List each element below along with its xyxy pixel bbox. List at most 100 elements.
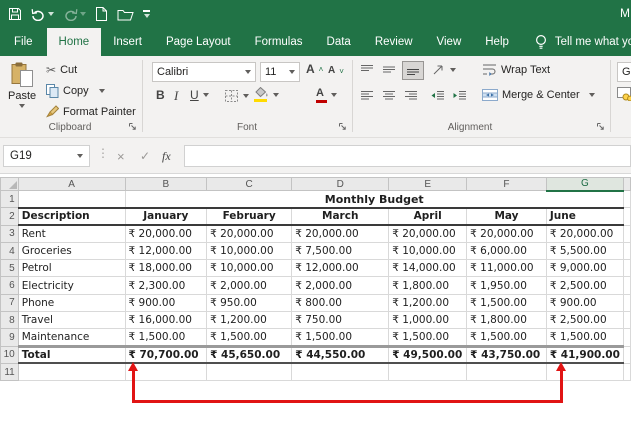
cell-E8[interactable]: ₹ 1,000.00: [388, 311, 468, 330]
cell-E5[interactable]: ₹ 14,000.00: [388, 259, 468, 278]
align-right-button[interactable]: [404, 90, 418, 101]
cell-G5[interactable]: ₹ 9,000.00: [546, 259, 624, 278]
cell-G10[interactable]: ₹ 41,900.00: [546, 344, 624, 365]
fill-color-dropdown-icon[interactable]: [273, 92, 279, 97]
undo-dropdown-icon[interactable]: [48, 12, 54, 16]
cell-F2[interactable]: May: [466, 206, 547, 227]
cell-E11[interactable]: [388, 363, 468, 382]
cell-F7[interactable]: ₹ 1,500.00: [466, 294, 547, 313]
formula-input[interactable]: [184, 145, 631, 167]
cell-C7[interactable]: ₹ 950.00: [206, 294, 293, 313]
cell-F6[interactable]: ₹ 1,950.00: [466, 276, 547, 295]
column-header-G[interactable]: G: [545, 177, 624, 192]
cell-C3[interactable]: ₹ 20,000.00: [206, 225, 293, 243]
column-header-D[interactable]: D: [291, 177, 390, 191]
cell-A9[interactable]: Maintenance: [18, 328, 126, 347]
cell-H11[interactable]: [623, 363, 631, 382]
tab-file[interactable]: File: [0, 28, 47, 56]
cell-A3[interactable]: Rent: [18, 225, 126, 243]
formula-bar-grip-icon[interactable]: ⋮: [97, 146, 109, 160]
number-format-combo[interactable]: Ger: [617, 62, 631, 82]
align-top-button[interactable]: [360, 64, 374, 75]
row-header-3[interactable]: 3: [0, 224, 19, 243]
borders-button[interactable]: [224, 89, 249, 103]
cell-G8[interactable]: ₹ 2,500.00: [546, 311, 624, 330]
cell-B6[interactable]: ₹ 2,300.00: [125, 276, 208, 295]
merge-center-dropdown-icon[interactable]: [588, 93, 595, 97]
row-header-6[interactable]: 6: [0, 276, 19, 295]
increase-indent-button[interactable]: [452, 90, 467, 101]
orientation-dropdown-icon[interactable]: [450, 67, 456, 72]
row-header-10[interactable]: 10: [0, 345, 19, 364]
cell-E6[interactable]: ₹ 1,800.00: [388, 276, 468, 295]
cell-C6[interactable]: ₹ 2,000.00: [206, 276, 293, 295]
cell-C10[interactable]: ₹ 45,650.00: [206, 344, 293, 365]
cell-E7[interactable]: ₹ 1,200.00: [388, 294, 468, 313]
font-name-dropdown-icon[interactable]: [245, 70, 251, 74]
cell-F4[interactable]: ₹ 6,000.00: [466, 242, 547, 261]
cell-D6[interactable]: ₹ 2,000.00: [291, 276, 390, 295]
cell-G2[interactable]: June: [546, 206, 624, 227]
cell-F11[interactable]: [466, 363, 547, 382]
tab-data[interactable]: Data: [315, 28, 363, 56]
decrease-indent-button[interactable]: [430, 90, 445, 101]
cell-E2[interactable]: April: [388, 206, 468, 227]
cell-C9[interactable]: ₹ 1,500.00: [206, 328, 293, 347]
cell-H7[interactable]: [623, 294, 631, 313]
cell-E3[interactable]: ₹ 20,000.00: [388, 225, 468, 243]
cell-B4[interactable]: ₹ 12,000.00: [125, 242, 208, 261]
undo-button[interactable]: [31, 8, 54, 21]
tab-formulas[interactable]: Formulas: [243, 28, 315, 56]
tab-insert[interactable]: Insert: [101, 28, 154, 56]
cell-H4[interactable]: [623, 242, 631, 261]
column-header-C[interactable]: C: [206, 177, 293, 191]
bold-button[interactable]: B: [156, 88, 165, 102]
cell-B2[interactable]: January: [125, 206, 208, 227]
align-bottom-button[interactable]: [402, 61, 424, 80]
cell-A2[interactable]: Description: [18, 206, 126, 227]
align-middle-button[interactable]: [382, 64, 396, 75]
cell-F10[interactable]: ₹ 43,750.00: [466, 344, 547, 365]
cell-D3[interactable]: ₹ 20,000.00: [291, 225, 390, 243]
cell-E4[interactable]: ₹ 10,000.00: [388, 242, 468, 261]
row-header-11[interactable]: 11: [0, 362, 19, 382]
borders-dropdown-icon[interactable]: [243, 94, 249, 98]
cell-B10[interactable]: ₹ 70,700.00: [125, 344, 208, 365]
cell-G3[interactable]: ₹ 20,000.00: [546, 225, 624, 243]
cell-H8[interactable]: [623, 311, 631, 330]
cell-B9[interactable]: ₹ 1,500.00: [125, 328, 208, 347]
cell-H6[interactable]: [623, 276, 631, 295]
row-header-8[interactable]: 8: [0, 311, 19, 330]
name-box[interactable]: G19: [3, 145, 90, 167]
cell-B1-merged-title[interactable]: Monthly Budget: [125, 190, 624, 209]
customize-qat-icon[interactable]: [143, 10, 150, 18]
cell-F9[interactable]: ₹ 1,500.00: [466, 328, 547, 347]
column-header-F[interactable]: F: [466, 177, 547, 191]
column-header-E[interactable]: E: [388, 177, 468, 191]
cell-A1[interactable]: [18, 190, 126, 209]
cell-A8[interactable]: Travel: [18, 311, 126, 330]
cell-A11[interactable]: [18, 363, 126, 382]
cell-C4[interactable]: ₹ 10,000.00: [206, 242, 293, 261]
cut-button[interactable]: ✂ Cut: [46, 63, 77, 77]
row-header-4[interactable]: 4: [0, 241, 19, 261]
orientation-button[interactable]: [432, 63, 456, 76]
underline-dropdown-icon[interactable]: [202, 93, 209, 97]
cell-D2[interactable]: March: [291, 206, 390, 227]
cell-H1[interactable]: [623, 190, 631, 209]
underline-button[interactable]: U: [190, 88, 209, 102]
tab-review[interactable]: Review: [363, 28, 425, 56]
new-document-icon[interactable]: [95, 6, 108, 22]
copy-dropdown-icon[interactable]: [98, 89, 105, 93]
cell-D7[interactable]: ₹ 800.00: [291, 294, 390, 313]
grow-font-button[interactable]: A ˄: [306, 63, 323, 75]
cell-D11[interactable]: [291, 363, 390, 382]
row-header-9[interactable]: 9: [0, 328, 19, 347]
name-box-dropdown-icon[interactable]: [77, 154, 83, 158]
paste-dropdown-icon[interactable]: [19, 104, 26, 108]
cell-E9[interactable]: ₹ 1,500.00: [388, 328, 468, 347]
insert-function-icon[interactable]: fx: [162, 149, 171, 164]
font-color-button[interactable]: A: [316, 87, 337, 103]
tab-home[interactable]: Home: [46, 28, 102, 56]
cell-B3[interactable]: ₹ 20,000.00: [125, 225, 208, 243]
